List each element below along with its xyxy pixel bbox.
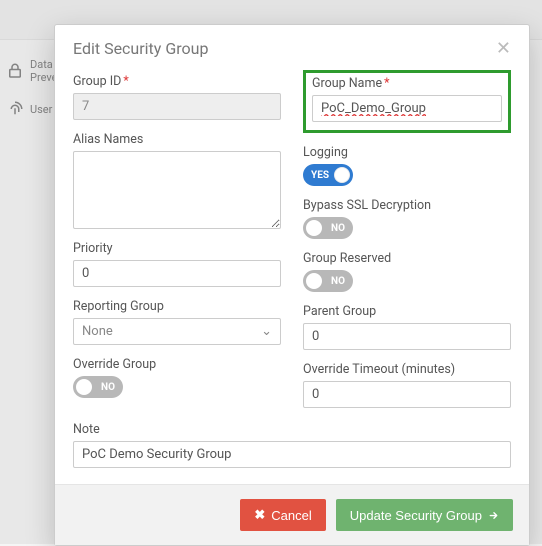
note-label: Note [73, 422, 511, 437]
parent-group-field: Parent Group [303, 304, 511, 350]
cancel-label: Cancel [271, 508, 311, 523]
alias-field: Alias Names [73, 132, 281, 229]
alias-textarea[interactable] [73, 151, 281, 229]
toggle-off-label: NO [331, 223, 345, 234]
x-icon: ✖ [254, 507, 265, 523]
toggle-knob [306, 273, 322, 289]
group-reserved-label: Group Reserved [303, 251, 511, 266]
edit-security-group-modal: Edit Security Group ✕ Group ID* Alias Na… [54, 24, 530, 546]
group-name-label: Group Name* [312, 76, 502, 91]
toggle-off-label: NO [101, 382, 115, 393]
toggle-off-label: NO [331, 276, 345, 287]
left-column: Group ID* Alias Names Priority Reporting… [73, 74, 281, 408]
bypass-ssl-toggle[interactable]: NO [303, 217, 353, 239]
priority-input[interactable] [73, 260, 281, 287]
override-group-label: Override Group [73, 357, 281, 372]
note-input[interactable] [73, 441, 511, 468]
parent-group-label: Parent Group [303, 304, 511, 319]
update-security-group-button[interactable]: Update Security Group [336, 499, 513, 531]
bypass-ssl-label: Bypass SSL Decryption [303, 198, 511, 213]
logging-field: Logging YES [303, 145, 511, 186]
priority-field: Priority [73, 241, 281, 287]
reporting-group-field: Reporting Group None ⌄ [73, 299, 281, 345]
close-icon[interactable]: ✕ [496, 40, 511, 58]
arrow-right-icon [488, 510, 499, 521]
override-timeout-input[interactable] [303, 381, 511, 408]
reporting-group-select[interactable]: None ⌄ [73, 318, 281, 345]
logging-toggle[interactable]: YES [303, 164, 353, 186]
modal-title: Edit Security Group [73, 39, 208, 58]
override-timeout-field: Override Timeout (minutes) [303, 362, 511, 408]
parent-group-input[interactable] [303, 323, 511, 350]
override-group-field: Override Group NO [73, 357, 281, 398]
modal-header: Edit Security Group ✕ [55, 25, 529, 68]
alias-label: Alias Names [73, 132, 281, 147]
logging-label: Logging [303, 145, 511, 160]
modal-body: Group ID* Alias Names Priority Reporting… [55, 68, 529, 422]
group-name-input[interactable] [312, 95, 502, 122]
toggle-knob [334, 167, 350, 183]
reporting-group-label: Reporting Group [73, 299, 281, 314]
group-reserved-field: Group Reserved NO [303, 251, 511, 292]
modal-body-lower: Note [55, 422, 529, 484]
note-field: Note [73, 422, 511, 468]
toggle-knob [306, 220, 322, 236]
modal-footer: ✖ Cancel Update Security Group [55, 484, 529, 545]
override-timeout-label: Override Timeout (minutes) [303, 362, 511, 377]
right-column: Group Name* Logging YES Bypass SSL Decry… [303, 74, 511, 408]
submit-label: Update Security Group [350, 508, 482, 523]
toggle-knob [76, 379, 92, 395]
reporting-group-value: None [82, 324, 113, 339]
toggle-on-label: YES [311, 170, 329, 181]
bypass-ssl-field: Bypass SSL Decryption NO [303, 198, 511, 239]
group-id-field: Group ID* [73, 74, 281, 120]
override-group-toggle[interactable]: NO [73, 376, 123, 398]
group-name-highlight: Group Name* [303, 70, 511, 133]
group-id-label: Group ID* [73, 74, 281, 89]
chevron-down-icon: ⌄ [261, 324, 272, 339]
group-id-input [73, 93, 281, 120]
group-reserved-toggle[interactable]: NO [303, 270, 353, 292]
cancel-button[interactable]: ✖ Cancel [240, 499, 325, 531]
priority-label: Priority [73, 241, 281, 256]
